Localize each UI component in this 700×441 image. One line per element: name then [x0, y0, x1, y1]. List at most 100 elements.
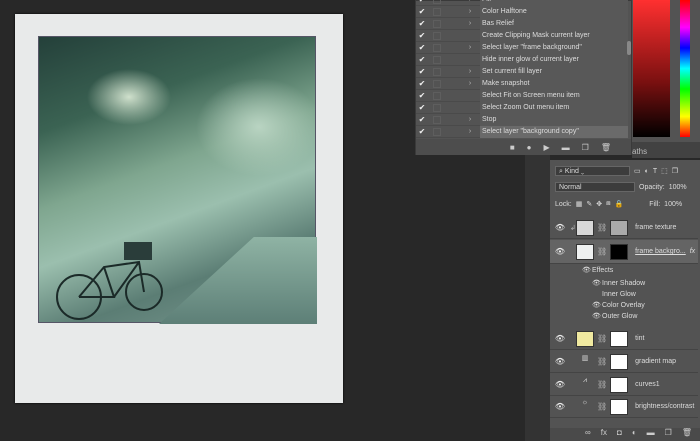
- layer-mask-thumbnail[interactable]: [610, 399, 628, 415]
- layer-row[interactable]: 👁▥⛓gradient map: [550, 351, 698, 373]
- lock-move-icon[interactable]: ✥: [596, 200, 602, 208]
- fill-input[interactable]: 100%: [664, 201, 682, 208]
- play-icon[interactable]: ▶: [544, 143, 550, 152]
- trash-icon[interactable]: 🗑: [601, 143, 611, 152]
- dialog-toggle[interactable]: [433, 116, 441, 124]
- filter-shape-icon[interactable]: ⬚: [661, 167, 668, 175]
- add-mask-icon[interactable]: ◘: [617, 428, 622, 441]
- check-icon[interactable]: ✔: [416, 103, 428, 112]
- layer-thumbnail[interactable]: [576, 220, 594, 236]
- layer-mask-thumbnail[interactable]: [610, 354, 628, 370]
- check-icon[interactable]: ✔: [416, 115, 428, 124]
- chevron-right-icon[interactable]: ›: [460, 68, 480, 75]
- visibility-eye-icon[interactable]: 👁: [550, 247, 570, 256]
- layer-mask-thumbnail[interactable]: [610, 377, 628, 393]
- dialog-toggle[interactable]: [433, 56, 441, 64]
- action-item[interactable]: ✔›Select layer "frame background": [416, 42, 628, 54]
- opacity-input[interactable]: 100%: [669, 184, 687, 191]
- dialog-toggle[interactable]: [433, 44, 441, 52]
- layer-thumbnail[interactable]: [576, 244, 594, 260]
- check-icon[interactable]: ✔: [416, 0, 428, 4]
- visibility-eye-icon[interactable]: 👁: [582, 265, 592, 276]
- saturation-value-field[interactable]: [633, 0, 670, 137]
- folder-icon[interactable]: ▬: [562, 143, 570, 152]
- link-icon[interactable]: ⛓: [597, 357, 607, 366]
- lock-pixels-icon[interactable]: ▦: [576, 200, 583, 208]
- actions-scrollbar[interactable]: [627, 41, 631, 55]
- layer-mask-thumbnail[interactable]: [610, 220, 628, 236]
- action-item[interactable]: ✔›Color Halftone: [416, 6, 628, 18]
- action-item[interactable]: ✔›Select layer "background copy": [416, 126, 628, 138]
- layer-thumbnail[interactable]: [576, 331, 594, 347]
- check-icon[interactable]: ✔: [416, 79, 428, 88]
- chevron-right-icon[interactable]: ›: [460, 8, 480, 15]
- filter-pixel-icon[interactable]: ▭: [634, 167, 641, 175]
- dialog-toggle[interactable]: [433, 32, 441, 40]
- layer-row[interactable]: 👁⛓tint: [550, 328, 698, 350]
- layer-mask-thumbnail[interactable]: [610, 244, 628, 260]
- action-item[interactable]: ✔›Bas Relief: [416, 18, 628, 30]
- check-icon[interactable]: ✔: [416, 7, 428, 16]
- action-item[interactable]: ✔›Make snapshot: [416, 78, 628, 90]
- chevron-right-icon[interactable]: ›: [460, 0, 480, 3]
- filter-adjustment-icon[interactable]: ◐: [645, 168, 649, 175]
- dialog-toggle[interactable]: [433, 80, 441, 88]
- adjustment-icon[interactable]: ◐: [632, 428, 637, 441]
- check-icon[interactable]: ✔: [416, 67, 428, 76]
- lock-paint-icon[interactable]: ✎: [586, 200, 592, 208]
- effect-item[interactable]: Inner Glow: [560, 289, 636, 300]
- lock-all-icon[interactable]: 🔒: [615, 200, 624, 208]
- dialog-toggle[interactable]: [433, 92, 441, 100]
- link-icon[interactable]: ⛓: [597, 334, 607, 343]
- dialog-toggle[interactable]: [433, 128, 441, 136]
- group-icon[interactable]: ▬: [647, 428, 655, 441]
- new-layer-icon[interactable]: ❐: [665, 428, 672, 441]
- lock-artboard-icon[interactable]: ⧈: [606, 200, 610, 208]
- new-action-icon[interactable]: ❐: [582, 143, 589, 152]
- chevron-right-icon[interactable]: ›: [460, 20, 480, 27]
- action-item[interactable]: ✔›Set current fill layer: [416, 66, 628, 78]
- blend-mode-select[interactable]: Normal: [555, 182, 635, 192]
- link-layers-icon[interactable]: ∞: [585, 428, 591, 441]
- link-icon[interactable]: ⛓: [597, 402, 607, 411]
- stop-icon[interactable]: ■: [510, 143, 515, 152]
- dialog-toggle[interactable]: [433, 8, 441, 16]
- link-icon[interactable]: ⛓: [597, 247, 607, 256]
- effect-item[interactable]: 👁Inner Shadow: [560, 278, 645, 289]
- check-icon[interactable]: ✔: [416, 91, 428, 100]
- link-icon[interactable]: ⛓: [597, 223, 607, 232]
- action-item[interactable]: ✔Select Fit on Screen menu item: [416, 90, 628, 102]
- visibility-eye-icon[interactable]: 👁: [592, 311, 602, 322]
- check-icon[interactable]: ✔: [416, 127, 428, 136]
- visibility-eye-icon[interactable]: 👁: [550, 334, 570, 343]
- dialog-toggle[interactable]: [433, 104, 441, 112]
- trash-icon[interactable]: 🗑: [682, 428, 692, 441]
- check-icon[interactable]: ✔: [416, 19, 428, 28]
- effects-header[interactable]: 👁Effects: [550, 265, 613, 276]
- layer-row[interactable]: 👁⩘⛓curves1: [550, 374, 698, 396]
- check-icon[interactable]: ✔: [416, 31, 428, 40]
- paths-tab[interactable]: aths: [632, 142, 700, 158]
- layer-mask-thumbnail[interactable]: [610, 331, 628, 347]
- fx-icon[interactable]: fx: [601, 428, 607, 441]
- chevron-right-icon[interactable]: ›: [460, 128, 480, 135]
- link-icon[interactable]: ⛓: [597, 380, 607, 389]
- effect-item[interactable]: 👁Outer Glow: [560, 311, 637, 322]
- filter-kind-select[interactable]: ⌕ Kind ⌄: [555, 166, 630, 176]
- layer-row[interactable]: 👁⛓frame backgro...fx: [550, 240, 698, 264]
- filter-smart-icon[interactable]: ❐: [672, 167, 678, 175]
- chevron-right-icon[interactable]: ›: [460, 116, 480, 123]
- layer-thumbnail[interactable]: ☼: [576, 399, 594, 415]
- action-item[interactable]: ✔Hide inner glow of current layer: [416, 54, 628, 66]
- check-icon[interactable]: ✔: [416, 43, 428, 52]
- dialog-toggle[interactable]: [433, 68, 441, 76]
- dialog-toggle[interactable]: [433, 20, 441, 28]
- visibility-eye-icon[interactable]: 👁: [550, 380, 570, 389]
- action-item[interactable]: ✔Select Zoom Out menu item: [416, 102, 628, 114]
- action-item[interactable]: ✔Create Clipping Mask current layer: [416, 30, 628, 42]
- effect-item[interactable]: 👁Color Overlay: [560, 300, 645, 311]
- chevron-right-icon[interactable]: ›: [460, 80, 480, 87]
- fx-icon[interactable]: fx: [690, 248, 695, 255]
- visibility-eye-icon[interactable]: 👁: [550, 223, 570, 232]
- action-item[interactable]: ✔›Fill: [416, 0, 628, 6]
